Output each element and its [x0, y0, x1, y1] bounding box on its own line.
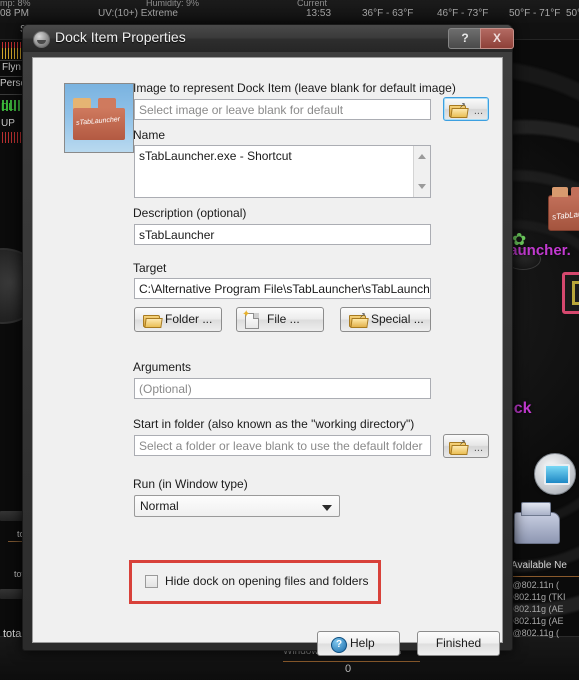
- arguments-input[interactable]: (Optional): [134, 378, 431, 399]
- scroll-down-icon[interactable]: [418, 184, 426, 189]
- help-button-label: Help: [350, 636, 375, 650]
- image-browse-label: ...: [473, 105, 483, 117]
- dock-monitor-icon[interactable]: [534, 453, 576, 495]
- target-field-label: Target: [133, 261, 167, 275]
- run-window-type-select[interactable]: Normal: [134, 495, 340, 517]
- dock-item-image-preview[interactable]: sTabLauncher: [64, 83, 134, 153]
- description-input[interactable]: sTabLauncher: [134, 224, 431, 245]
- weather-current-label: Current: [297, 0, 328, 8]
- target-folder-button[interactable]: Folder ...: [134, 307, 222, 332]
- weather-row-main: 08 PM UV:(10+) Extreme 13:53 36°F - 63°F…: [0, 8, 579, 22]
- network-list-item[interactable]: 3 @802.11g (: [505, 628, 559, 638]
- target-special-label: Special ...: [371, 312, 424, 326]
- file-icon: ✦: [242, 309, 261, 329]
- weather-current-time: 13:53: [306, 8, 332, 19]
- open-arrow-icon: ↗: [359, 311, 366, 320]
- start-in-folder-label: Start in folder (also known as the "work…: [133, 417, 415, 431]
- networks-divider: [507, 576, 579, 577]
- gadget-user-label: Flyn: [2, 62, 21, 73]
- image-field-label: Image to represent Dock Item (leave blan…: [133, 81, 456, 95]
- screen: mp: 8% Humidity: 9% Current 08 PM UV:(10…: [0, 0, 579, 680]
- network-list-item[interactable]: @802.11g (TKI: [505, 592, 566, 602]
- run-window-type-label: Run (in Window type): [133, 477, 248, 491]
- weather-temp-label: mp: 8%: [0, 0, 31, 8]
- weather-uv: UV:(10+) Extreme: [98, 8, 178, 19]
- available-networks-title: Available Ne: [511, 560, 567, 571]
- weather-range-1: 36°F - 63°F: [362, 8, 414, 19]
- hide-dock-checkbox-label: Hide dock on opening files and folders: [165, 574, 369, 588]
- target-input[interactable]: C:\Alternative Program File\sTabLauncher…: [134, 278, 431, 299]
- dock-app-icon[interactable]: [562, 272, 579, 314]
- name-field-label: Name: [133, 128, 166, 142]
- weather-range-2: 46°F - 73°F: [437, 8, 489, 19]
- run-window-type-value: Normal: [140, 499, 179, 513]
- available-networks-panel: Available Ne n @802.11n ( @802.11g (TKI …: [505, 560, 579, 640]
- weather-range-3: 50°F - 71°F: [509, 8, 561, 19]
- folder-icon: [143, 313, 163, 328]
- open-arrow-icon: ↗: [459, 101, 466, 110]
- weather-gadget: mp: 8% Humidity: 9% Current 08 PM UV:(10…: [0, 0, 579, 25]
- weather-time: 08 PM: [0, 8, 29, 19]
- description-field-label: Description (optional): [133, 206, 247, 220]
- finished-button[interactable]: Finished: [417, 631, 500, 656]
- target-file-label: File ...: [267, 312, 300, 326]
- start-in-folder-browse-button[interactable]: ↗ ...: [443, 434, 489, 458]
- dialog-content: sTabLauncher Image to represent Dock Ite…: [32, 57, 503, 656]
- titlebar-help-button[interactable]: ?: [448, 28, 482, 49]
- dock-folder-icon[interactable]: sTabLauncher: [548, 187, 579, 231]
- gadget-dl-label: DL: [1, 102, 14, 113]
- network-list-item[interactable]: n @802.11n (: [505, 580, 559, 590]
- folder-icon: ↗: [449, 438, 469, 455]
- weather-range-4: 50°F - 73°F: [566, 8, 579, 19]
- image-path-input[interactable]: Select image or leave blank for default: [134, 99, 431, 120]
- target-folder-label: Folder ...: [165, 312, 213, 326]
- name-textarea[interactable]: sTabLauncher.exe - Shortcut: [134, 145, 431, 198]
- start-in-folder-browse-label: ...: [473, 442, 483, 454]
- chevron-down-icon: [322, 505, 332, 511]
- name-value: sTabLauncher.exe - Shortcut: [139, 149, 292, 163]
- dock-app-icon-inner: [572, 281, 579, 305]
- arguments-field-label: Arguments: [133, 360, 192, 374]
- help-icon: ?: [331, 637, 347, 653]
- titlebar-close-button[interactable]: X: [480, 28, 514, 49]
- start-in-folder-input[interactable]: Select a folder or leave blank to use th…: [134, 435, 431, 456]
- monitor-screen-icon: [544, 464, 570, 485]
- dock-printer-icon[interactable]: [514, 502, 560, 544]
- name-textarea-scrollbar[interactable]: [413, 146, 430, 197]
- scroll-up-icon[interactable]: [418, 154, 426, 159]
- target-special-button[interactable]: ↗ Special ...: [340, 307, 431, 332]
- hide-dock-checkbox[interactable]: [145, 575, 158, 588]
- image-browse-button[interactable]: ↗ ...: [443, 97, 489, 121]
- dock-folder-scribble-icon: sTabLauncher: [551, 207, 579, 222]
- network-list-item[interactable]: @802.11g (AE: [505, 604, 564, 614]
- new-sparkle-icon: ✦: [242, 309, 251, 320]
- folder-icon: ↗: [449, 101, 469, 118]
- help-button[interactable]: ? Help: [317, 631, 400, 656]
- weather-humidity-label: Humidity: 9%: [146, 0, 200, 8]
- dock-item-properties-dialog: Dock Item Properties ? X sTabLauncher Im…: [22, 24, 514, 656]
- os-divider: [283, 661, 420, 662]
- network-list-item[interactable]: @802.11g (AE: [505, 616, 564, 626]
- dialog-title: Dock Item Properties: [55, 29, 186, 45]
- special-folder-icon: ↗: [349, 311, 369, 328]
- target-file-button[interactable]: ✦ File ...: [236, 307, 324, 332]
- gadget-up-label: UP: [1, 118, 15, 129]
- open-arrow-icon: ↗: [459, 438, 466, 447]
- os-counter-label: 0: [345, 663, 352, 675]
- dialog-titlebar[interactable]: Dock Item Properties ? X: [23, 25, 514, 52]
- app-icon: [33, 31, 50, 48]
